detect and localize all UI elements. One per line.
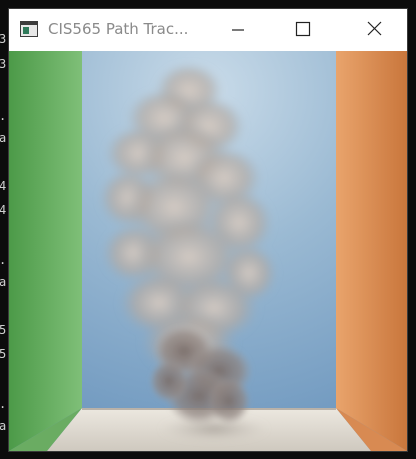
console-char: a (0, 419, 7, 433)
console-char: . (0, 398, 6, 410)
console-char: . (0, 110, 6, 122)
title-bar[interactable]: CIS565 Path Trac... (9, 9, 407, 51)
minimize-icon (232, 29, 244, 31)
console-char: 5 (0, 323, 7, 337)
console-char: 4 (0, 203, 7, 217)
cornell-box-smoke-render (9, 51, 407, 451)
close-button[interactable] (351, 9, 397, 51)
console-char: 3 (0, 57, 7, 71)
console-char: 5 (0, 347, 7, 361)
console-char: . (0, 254, 6, 266)
window-title: CIS565 Path Trac... (48, 20, 189, 38)
maximize-button[interactable] (279, 9, 325, 51)
console-background: 3 3 . a 4 4 . a 5 5 . a (0, 0, 8, 459)
console-char: 3 (0, 32, 7, 46)
app-icon[interactable] (20, 21, 38, 37)
console-char: a (0, 131, 7, 145)
render-viewport[interactable] (9, 51, 407, 451)
left-wall (9, 51, 82, 451)
console-char: a (0, 275, 7, 289)
right-wall (336, 51, 407, 451)
close-icon (367, 21, 382, 36)
console-char: 4 (0, 179, 7, 193)
maximize-icon (295, 21, 311, 37)
path-tracer-window: CIS565 Path Trac... (8, 8, 408, 452)
minimize-button[interactable] (215, 9, 261, 51)
